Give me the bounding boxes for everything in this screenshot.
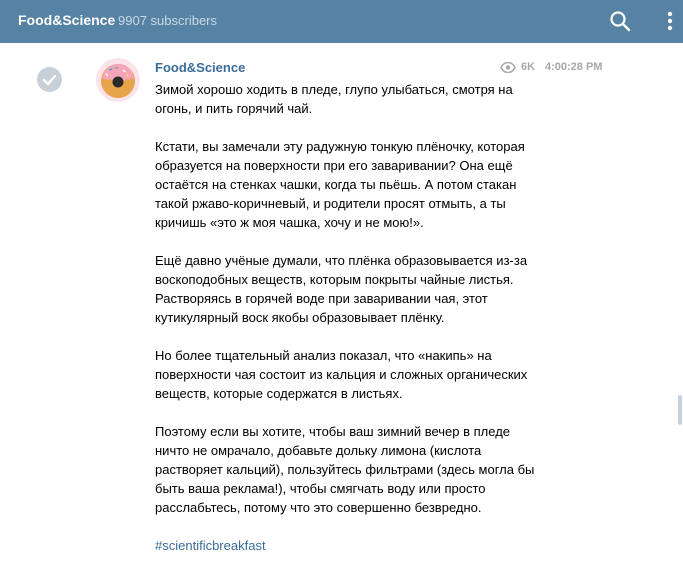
channel-header: Food&Science 9907 subscribers: [0, 0, 683, 43]
more-vertical-icon[interactable]: [660, 9, 680, 33]
search-icon[interactable]: [608, 9, 632, 33]
message-author[interactable]: Food&Science: [155, 60, 245, 75]
message-paragraph: Но более тщательный анализ показал, что …: [155, 348, 528, 401]
message-text: Зимой хорошо ходить в пледе, глупо улыба…: [155, 80, 550, 567]
message-time[interactable]: 4:00:28 PM: [545, 61, 602, 73]
message-paragraph: Поэтому если вы хотите, чтобы ваш зимний…: [155, 424, 535, 515]
message-paragraph: Зимой хорошо ходить в пледе, глупо улыба…: [155, 82, 513, 116]
subscriber-count: 9907 subscribers: [118, 13, 217, 28]
view-count: 6K: [521, 61, 536, 73]
scrollbar[interactable]: [675, 43, 683, 567]
message-area: Food&Science 6K 4:00:28 PM Зимой хорошо …: [0, 43, 683, 567]
hashtag-link[interactable]: #scientificbreakfast: [155, 536, 550, 555]
message-paragraph: Ещё давно учёные думали, что плёнка обра…: [155, 253, 528, 325]
channel-title[interactable]: Food&Science: [18, 12, 115, 28]
message-paragraph: Кстати, вы замечали эту радужную тонкую …: [155, 139, 525, 230]
channel-avatar[interactable]: [96, 58, 140, 102]
eye-icon: [500, 61, 516, 76]
select-check-icon[interactable]: [37, 67, 62, 92]
donut-avatar-icon: [96, 58, 140, 102]
scrollbar-thumb[interactable]: [678, 395, 682, 425]
